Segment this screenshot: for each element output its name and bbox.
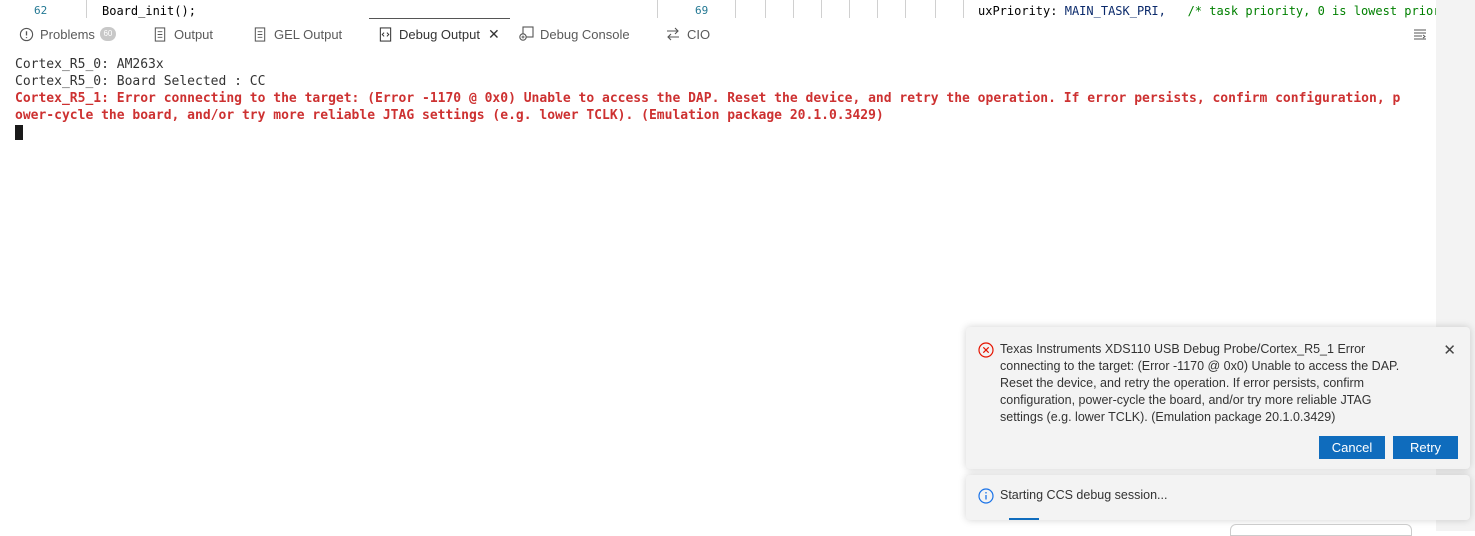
indent-guide xyxy=(905,0,906,18)
tab-debug-console[interactable]: Debug Console xyxy=(518,18,630,50)
tab-label: Problems xyxy=(40,26,95,42)
progress-indicator xyxy=(1009,518,1039,520)
indent-guide xyxy=(849,0,850,18)
debug-console-icon xyxy=(518,26,534,42)
indent-guide xyxy=(821,0,822,18)
tab-label: GEL Output xyxy=(274,26,343,42)
cancel-button[interactable]: Cancel xyxy=(1319,436,1385,459)
info-notification: Starting CCS debug session... xyxy=(966,475,1470,520)
status-popup-fragment xyxy=(1230,524,1412,536)
panel-tab-bar: Problems 60 Output GEL Output Debug Outp… xyxy=(0,18,1436,50)
output-icon xyxy=(152,26,168,42)
code-line[interactable]: Board_init(); xyxy=(102,4,196,18)
retry-button[interactable]: Retry xyxy=(1393,436,1458,459)
notification-message: Starting CCS debug session... xyxy=(1000,488,1168,502)
tab-label: Debug Output xyxy=(399,27,480,42)
problems-icon xyxy=(18,26,34,42)
tab-label: Output xyxy=(174,26,214,42)
panel-menu-icon[interactable] xyxy=(1412,26,1428,42)
editor-strip: 62 Board_init(); 69 uxPriority: MAIN_TAS… xyxy=(0,0,1475,19)
output-error-line: Cortex_R5_1: Error connecting to the tar… xyxy=(15,91,1401,106)
indent-guide xyxy=(765,0,766,18)
code-field-name: uxPriority: xyxy=(978,4,1058,18)
info-icon xyxy=(978,488,994,504)
error-circle-icon xyxy=(978,342,994,358)
output-line: Cortex_R5_0: AM263x xyxy=(15,57,164,72)
debug-output-text: Cortex_R5_0: AM263x Cortex_R5_0: Board S… xyxy=(15,56,1400,141)
cio-icon xyxy=(665,26,681,42)
code-line-right[interactable]: uxPriority: MAIN_TASK_PRI, /* task prior… xyxy=(978,4,1448,18)
line-number: 69 xyxy=(695,4,709,17)
tab-cio[interactable]: CIO xyxy=(665,18,710,50)
close-icon[interactable]: ✕ xyxy=(488,26,500,43)
tab-gel-output[interactable]: GEL Output xyxy=(252,18,342,50)
tab-output[interactable]: Output xyxy=(152,18,213,50)
tab-debug-output[interactable]: Debug Output ✕ xyxy=(369,18,510,50)
error-notification: Texas Instruments XDS110 USB Debug Probe… xyxy=(966,327,1470,469)
tab-problems[interactable]: Problems 60 xyxy=(18,18,116,50)
debug-output-icon xyxy=(377,27,393,43)
editor-divider xyxy=(657,0,658,18)
notification-message: Texas Instruments XDS110 USB Debug Probe… xyxy=(1000,342,1400,424)
indent-guide xyxy=(963,0,964,18)
indent-guide xyxy=(86,0,87,18)
output-error-line: ower-cycle the board, and/or try more re… xyxy=(15,108,884,123)
output-line: Cortex_R5_0: Board Selected : CC xyxy=(15,74,266,89)
indent-guide xyxy=(935,0,936,18)
line-number: 62 xyxy=(34,4,48,17)
tab-label: Debug Console xyxy=(540,26,630,42)
tab-label: CIO xyxy=(687,26,711,42)
gel-output-icon xyxy=(252,26,268,42)
code-comment: /* task priority, 0 is lowest priori xyxy=(1187,4,1448,18)
indent-guide xyxy=(793,0,794,18)
problems-count-badge: 60 xyxy=(99,27,116,41)
code-field-value: MAIN_TASK_PRI, xyxy=(1064,4,1166,18)
indent-guide xyxy=(735,0,736,18)
close-icon[interactable]: ✕ xyxy=(1443,341,1456,359)
indent-guide xyxy=(877,0,878,18)
text-cursor xyxy=(15,125,23,140)
